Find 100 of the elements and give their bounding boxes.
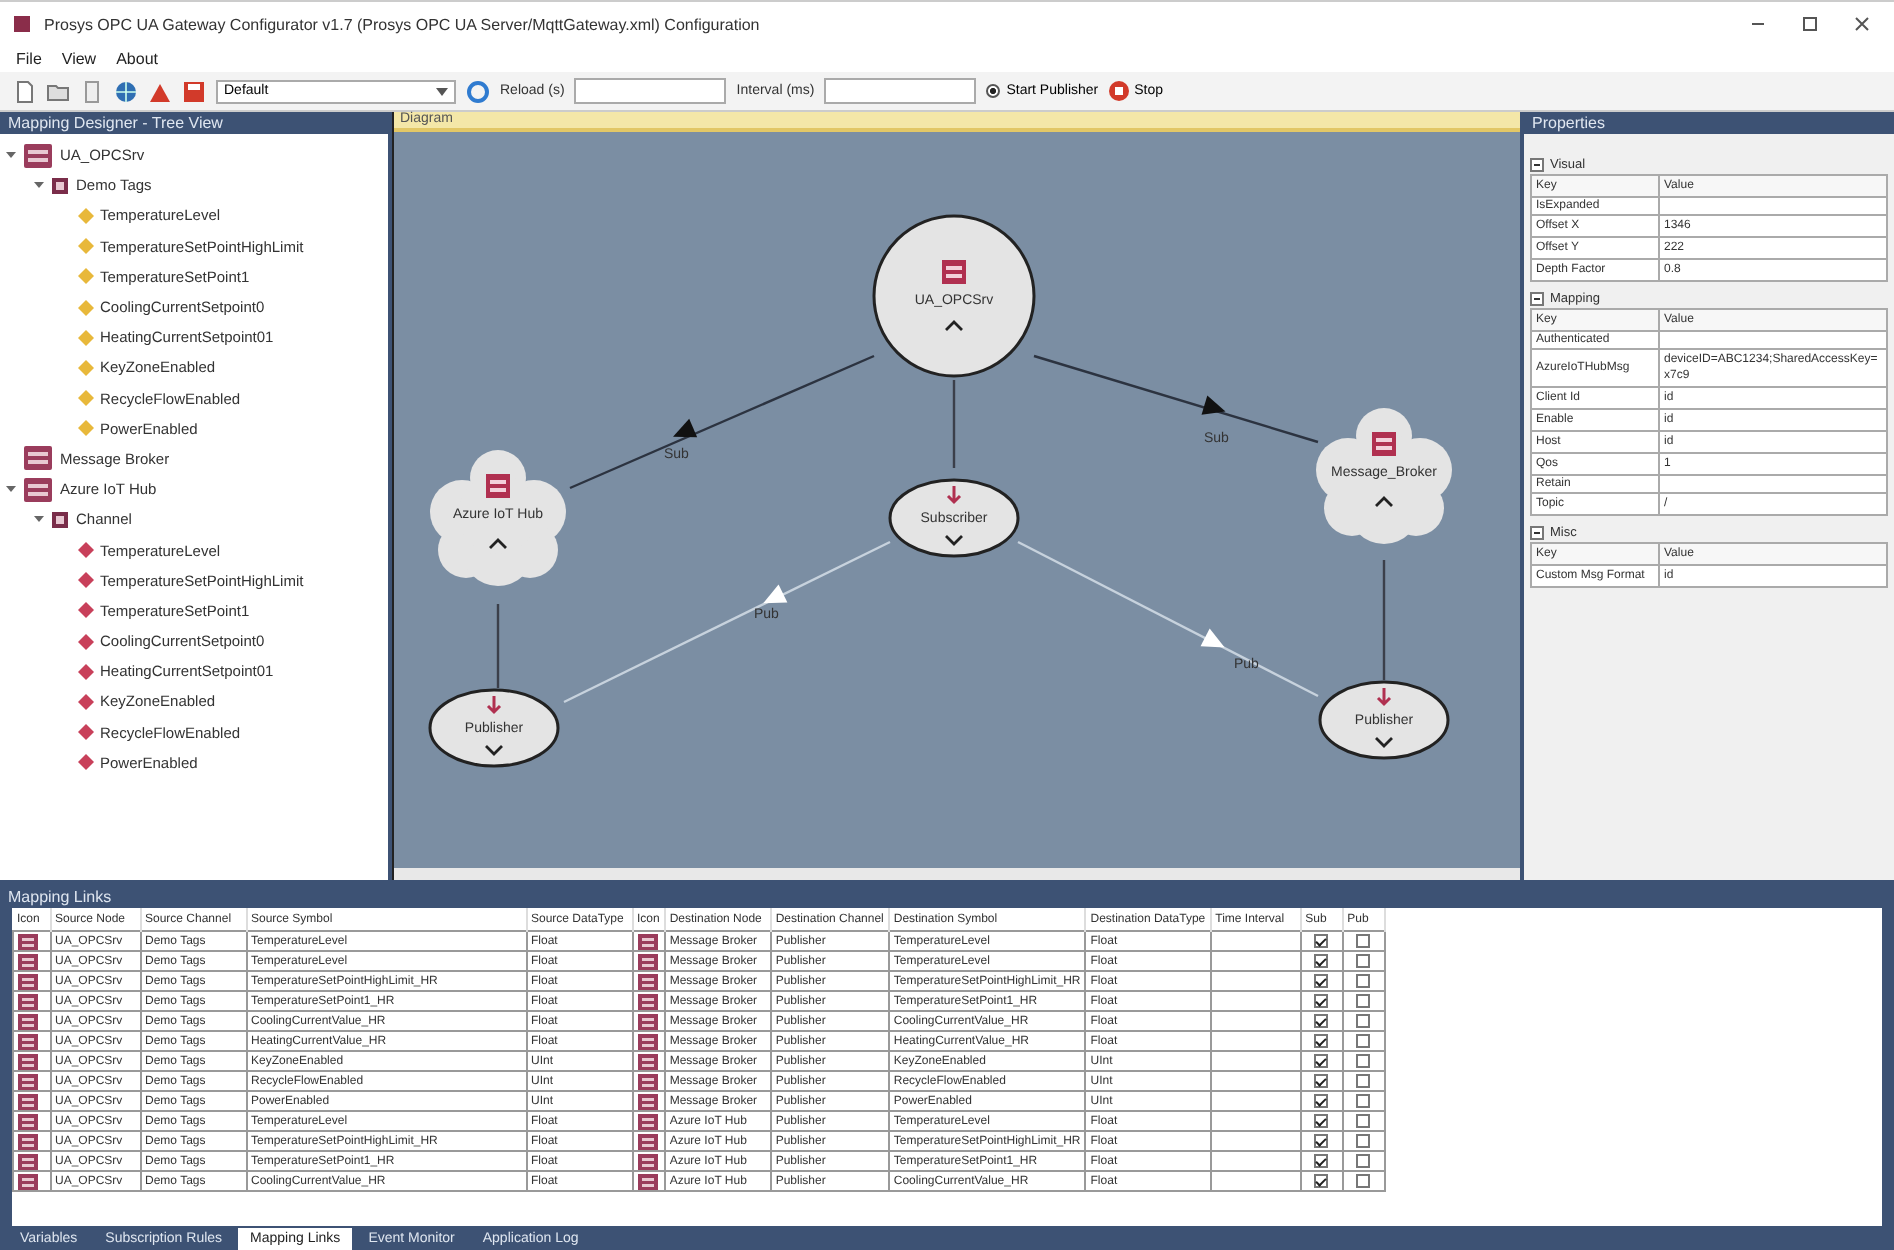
checkbox[interactable] bbox=[1314, 1114, 1329, 1128]
close-icon[interactable] bbox=[1854, 16, 1870, 32]
checkbox[interactable] bbox=[1314, 1174, 1329, 1188]
node-ellipse[interactable] bbox=[888, 478, 1020, 558]
triangle-icon[interactable] bbox=[148, 79, 172, 103]
server-icon bbox=[637, 933, 657, 949]
collapse-icon[interactable] bbox=[1530, 291, 1544, 305]
server-icon bbox=[637, 953, 657, 969]
server-icon bbox=[486, 474, 510, 498]
collapse-arrow-icon[interactable] bbox=[33, 180, 43, 191]
cloud-node[interactable] bbox=[1316, 408, 1452, 544]
checkbox[interactable] bbox=[1314, 934, 1329, 948]
server-icon bbox=[22, 475, 54, 504]
collapse-icon[interactable] bbox=[1530, 525, 1544, 539]
checkbox[interactable] bbox=[1356, 934, 1371, 948]
server-icon bbox=[18, 1153, 38, 1169]
server-icon bbox=[637, 1093, 657, 1109]
server-icon bbox=[637, 1153, 657, 1169]
checkbox[interactable] bbox=[1356, 1014, 1371, 1028]
checkbox[interactable] bbox=[1314, 1094, 1329, 1108]
server-icon bbox=[637, 1173, 657, 1189]
download-icon bbox=[1376, 686, 1392, 707]
server-icon bbox=[18, 1173, 38, 1189]
refresh-icon[interactable] bbox=[466, 79, 490, 103]
checkbox[interactable] bbox=[1356, 994, 1371, 1008]
new-file-icon[interactable] bbox=[12, 79, 36, 103]
server-icon bbox=[18, 1013, 38, 1029]
folder-icon[interactable] bbox=[46, 79, 70, 103]
server-icon bbox=[1372, 432, 1396, 456]
server-icon bbox=[18, 1073, 38, 1089]
input-field[interactable] bbox=[574, 78, 727, 104]
node-ellipse[interactable] bbox=[1318, 680, 1450, 760]
checkbox[interactable] bbox=[1356, 974, 1371, 988]
folder-icon bbox=[50, 509, 70, 530]
checkbox[interactable] bbox=[1314, 1034, 1329, 1048]
cloud-node[interactable] bbox=[430, 450, 566, 586]
server-icon bbox=[637, 973, 657, 989]
checkbox[interactable] bbox=[1314, 1074, 1329, 1088]
checkbox[interactable] bbox=[1314, 1014, 1329, 1028]
collapse-icon[interactable] bbox=[1530, 157, 1544, 171]
panel-title: Mapping Designer - Tree View bbox=[0, 112, 388, 134]
menu-item[interactable]: File bbox=[16, 50, 42, 68]
checkbox[interactable] bbox=[1356, 1114, 1371, 1128]
checkbox[interactable] bbox=[1356, 1034, 1371, 1048]
server-icon bbox=[637, 1113, 657, 1129]
caret-icon bbox=[436, 87, 448, 95]
checkbox[interactable] bbox=[1314, 1154, 1329, 1168]
server-icon bbox=[22, 444, 54, 473]
collapse-arrow-icon[interactable] bbox=[5, 150, 15, 161]
server-icon bbox=[18, 1133, 38, 1149]
collapse-arrow-icon[interactable] bbox=[5, 484, 15, 495]
expand-chevron-icon[interactable] bbox=[485, 745, 503, 756]
server-icon bbox=[18, 1033, 38, 1049]
checkbox[interactable] bbox=[1314, 994, 1329, 1008]
server-icon bbox=[637, 1073, 657, 1089]
maximize-icon[interactable] bbox=[1802, 16, 1818, 32]
checkbox[interactable] bbox=[1356, 1134, 1371, 1148]
checkbox[interactable] bbox=[1314, 974, 1329, 988]
connector bbox=[952, 380, 956, 468]
menu-item[interactable]: About bbox=[116, 50, 158, 68]
connector bbox=[496, 604, 500, 688]
server-icon bbox=[18, 973, 38, 989]
checkbox[interactable] bbox=[1356, 1074, 1371, 1088]
server-icon bbox=[637, 1133, 657, 1149]
node-ellipse[interactable] bbox=[428, 688, 560, 768]
document-icon[interactable] bbox=[80, 79, 104, 103]
window-title: Prosys OPC UA Gateway Configurator v1.7 (Prosys OPC UA Server/MqttGateway.xml) Configuration bbox=[44, 15, 762, 33]
checkbox[interactable] bbox=[1314, 1134, 1329, 1148]
menu-item[interactable]: View bbox=[61, 50, 97, 68]
server-icon bbox=[18, 993, 38, 1009]
expand-chevron-icon[interactable] bbox=[1375, 737, 1393, 748]
server-icon bbox=[637, 993, 657, 1009]
save-icon[interactable] bbox=[182, 79, 206, 103]
checkbox[interactable] bbox=[1356, 1094, 1371, 1108]
checkbox[interactable] bbox=[1356, 1154, 1371, 1168]
server-icon bbox=[18, 1053, 38, 1069]
input-field[interactable] bbox=[824, 78, 977, 104]
checkbox[interactable] bbox=[1356, 1054, 1371, 1068]
server-icon bbox=[942, 260, 966, 284]
checkbox[interactable] bbox=[1356, 1174, 1371, 1188]
server-icon bbox=[22, 141, 54, 170]
node-circle[interactable] bbox=[872, 214, 1036, 378]
server-icon bbox=[637, 1033, 657, 1049]
horizontal-scrollbar[interactable] bbox=[394, 868, 1520, 880]
panel-title: Properties bbox=[1524, 112, 1894, 134]
server-icon bbox=[637, 1013, 657, 1029]
app-icon bbox=[12, 14, 32, 34]
globe-icon[interactable] bbox=[114, 79, 138, 103]
checkbox[interactable] bbox=[1314, 1054, 1329, 1068]
checkbox[interactable] bbox=[1356, 954, 1371, 968]
collapse-arrow-icon[interactable] bbox=[33, 514, 43, 525]
collapse-chevron-icon[interactable] bbox=[1375, 496, 1393, 507]
collapse-chevron-icon[interactable] bbox=[489, 538, 507, 549]
expand-chevron-icon[interactable] bbox=[945, 535, 963, 546]
stop-icon bbox=[1108, 80, 1131, 102]
connector bbox=[1382, 560, 1386, 680]
server-icon bbox=[637, 1053, 657, 1069]
checkbox[interactable] bbox=[1314, 954, 1329, 968]
collapse-chevron-icon[interactable] bbox=[945, 320, 963, 331]
download-icon bbox=[946, 484, 962, 505]
